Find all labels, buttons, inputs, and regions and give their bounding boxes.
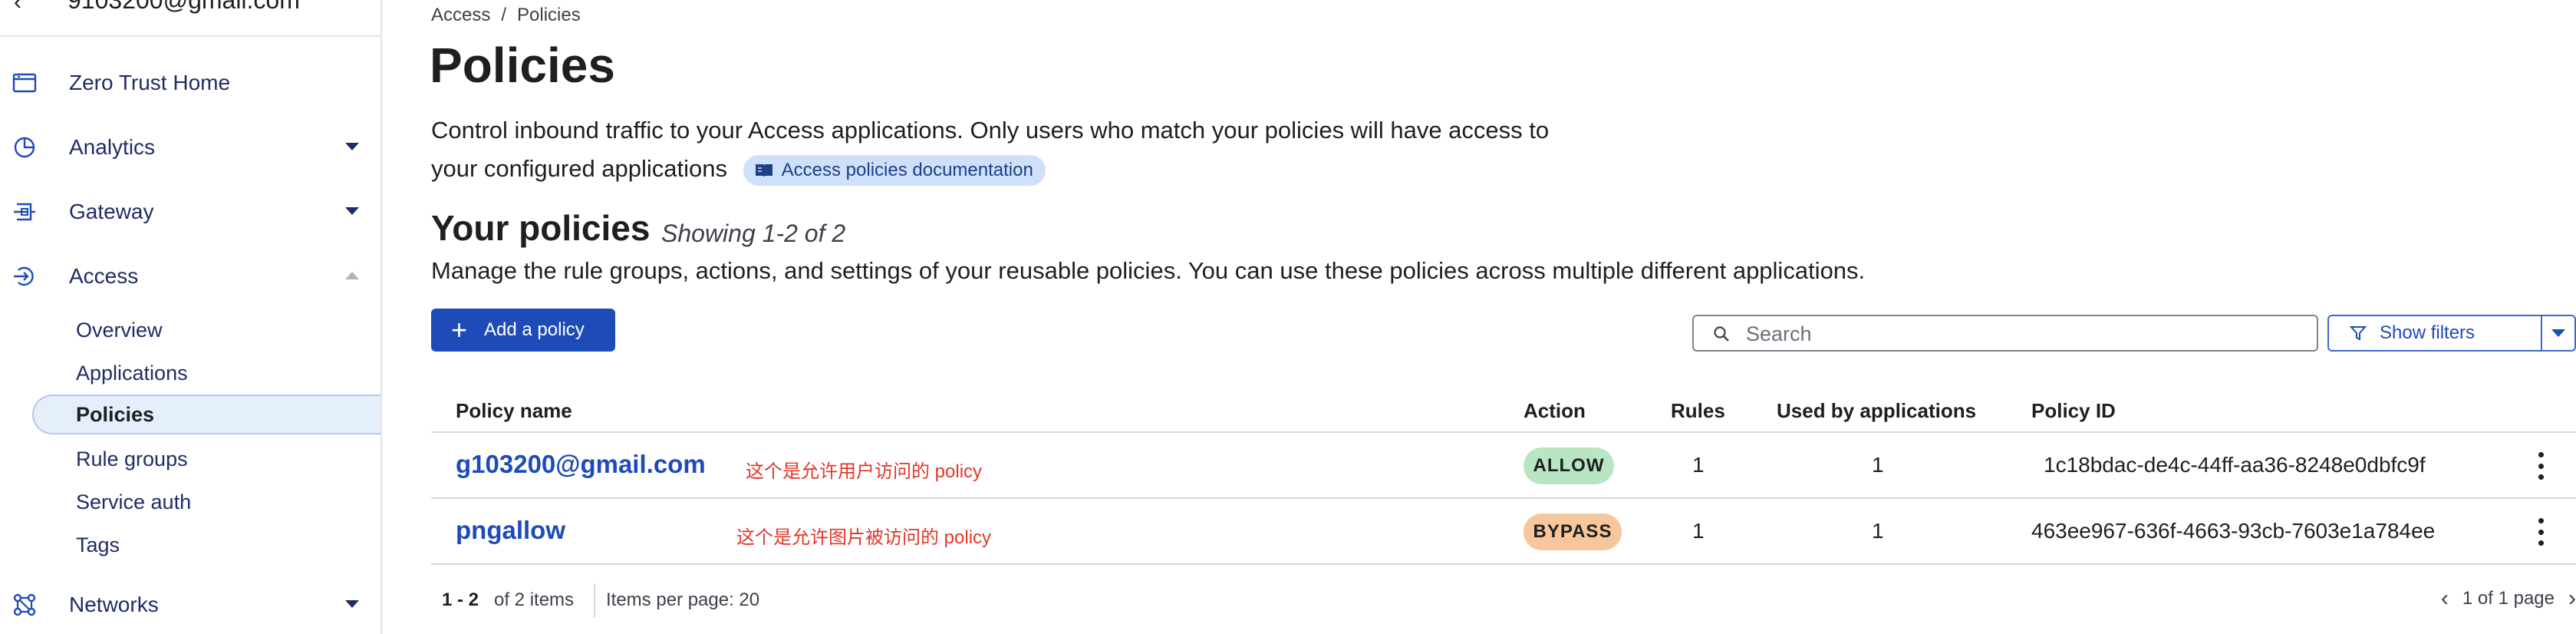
sidebar-item-gateway[interactable]: Gateway: [0, 187, 380, 236]
status-badge: BYPASS: [1524, 513, 1622, 550]
sidebar-item-label: Gateway: [69, 200, 154, 223]
sidebar-subitem-applications[interactable]: Applications: [32, 353, 380, 393]
status-badge: ALLOW: [1524, 447, 1614, 484]
sidebar-subitem-rule-groups[interactable]: Rule groups: [32, 439, 380, 479]
table-row: g103200@gmail.com 这个是允许用户访问的 policy ALLO…: [431, 433, 2576, 499]
items-per-page-select[interactable]: Items per page: 20: [606, 589, 759, 611]
column-header-policy-name[interactable]: Policy name: [456, 399, 572, 423]
row-actions-menu-icon[interactable]: [2533, 447, 2548, 484]
page-title: Policies: [430, 38, 615, 93]
annotation-note: 这个是允许图片被访问的 policy: [736, 527, 992, 548]
filters-dropdown-toggle[interactable]: [2541, 316, 2574, 350]
account-switcher[interactable]: ‹ 9103200@gmail.com: [0, 0, 380, 37]
policy-name-link[interactable]: pngallow: [456, 516, 565, 545]
page-navigator: ‹ 1 of 1 page ›: [2441, 587, 2576, 610]
pagination-range: 1 - 2: [442, 589, 479, 610]
policy-id: 463ee967-636f-4663-93cb-7603e1a784ee: [2031, 519, 2436, 543]
showing-count: Showing 1-2 of 2: [661, 220, 846, 247]
sidebar-item-label: Access: [69, 264, 139, 288]
rules-count: 1: [1692, 519, 1705, 543]
sidebar-item-label: Networks: [69, 593, 159, 616]
sidebar-subitem-policies[interactable]: Policies: [32, 395, 380, 434]
chevron-down-icon[interactable]: [345, 207, 359, 215]
breadcrumb-current: Policies: [517, 5, 581, 25]
breadcrumb-separator: /: [501, 5, 507, 25]
page-description-block: Control inbound traffic to your Access a…: [431, 111, 1582, 188]
pagination-divider: [594, 583, 595, 617]
chevron-right-icon[interactable]: ›: [2568, 587, 2576, 610]
book-icon: [755, 163, 772, 177]
column-header-action[interactable]: Action: [1524, 399, 1586, 423]
gateway-icon: [14, 203, 35, 221]
breadcrumb: Access / Policies: [431, 5, 581, 26]
sidebar-item-analytics[interactable]: Analytics: [0, 123, 380, 172]
sidebar-item-label: Zero Trust Home: [69, 71, 231, 94]
chevron-down-icon[interactable]: [345, 143, 359, 150]
add-policy-label: Add a policy: [484, 319, 585, 340]
used-by-count: 1: [1872, 519, 1884, 543]
sidebar-subitem-service-auth[interactable]: Service auth: [32, 482, 380, 522]
show-filters-label: Show filters: [2380, 322, 2476, 343]
chevron-down-icon: [2551, 329, 2565, 337]
search-input[interactable]: [1746, 321, 2298, 347]
chevron-left-icon[interactable]: ‹: [2441, 587, 2449, 610]
sidebar-subitem-label: Overview: [76, 319, 163, 342]
section-description: Manage the rule groups, actions, and set…: [431, 257, 1866, 284]
documentation-link-label: Access policies documentation: [781, 159, 1033, 180]
row-actions-menu-icon[interactable]: [2533, 513, 2548, 550]
sidebar: ‹ 9103200@gmail.com Zero Trust Home Anal…: [0, 0, 382, 634]
sidebar-subitem-label: Applications: [76, 362, 188, 385]
column-header-used-by[interactable]: Used by applications: [1777, 399, 1976, 423]
sidebar-item-access[interactable]: Access: [0, 252, 380, 301]
sidebar-subitem-tags[interactable]: Tags: [32, 525, 380, 565]
sidebar-subitem-label: Rule groups: [76, 447, 188, 471]
policy-name-link[interactable]: g103200@gmail.com: [456, 450, 706, 479]
breadcrumb-access-link[interactable]: Access: [431, 5, 490, 26]
access-login-icon: [14, 266, 34, 286]
sidebar-item-networks[interactable]: Networks: [0, 580, 380, 629]
plus-icon: +: [451, 314, 468, 345]
documentation-link[interactable]: Access policies documentation: [743, 154, 1046, 186]
add-policy-button[interactable]: + Add a policy: [431, 309, 615, 352]
section-title: Your policies: [431, 208, 651, 248]
sidebar-subitem-label: Service auth: [76, 490, 192, 513]
search-icon: [1714, 326, 1729, 342]
table-row: pngallow 这个是允许图片被访问的 policy BYPASS 1 1 4…: [431, 499, 2576, 565]
sidebar-item-label: Analytics: [69, 135, 156, 159]
chevron-down-icon[interactable]: [345, 600, 359, 608]
page-indicator: 1 of 1 page: [2462, 588, 2555, 609]
browser-window-icon: [12, 73, 37, 93]
show-filters-button[interactable]: Show filters: [2329, 316, 2541, 350]
sidebar-subitem-label: Policies: [76, 403, 155, 426]
column-header-policy-id[interactable]: Policy ID: [2031, 399, 2116, 423]
main-content: Access / Policies Policies Control inbou…: [382, 0, 2576, 634]
show-filters-control: Show filters: [2327, 315, 2576, 352]
network-nodes-icon: [13, 593, 36, 616]
rules-count: 1: [1692, 453, 1705, 477]
account-name: 9103200@gmail.com: [68, 0, 300, 14]
filter-funnel-icon: [2349, 326, 2367, 341]
sidebar-item-zero-trust-home[interactable]: Zero Trust Home: [0, 58, 380, 107]
pagination-total: of 2 items: [494, 589, 575, 610]
pie-chart-icon: [14, 137, 35, 158]
policy-id: 1c18bdac-de4c-44ff-aa36-8248e0dbfc9f: [2044, 453, 2426, 477]
annotation-note: 这个是允许用户访问的 policy: [746, 461, 983, 482]
back-arrow-icon[interactable]: ‹: [14, 0, 21, 15]
sidebar-subitem-label: Tags: [76, 533, 120, 556]
sidebar-subitem-overview[interactable]: Overview: [32, 310, 380, 350]
used-by-count: 1: [1872, 453, 1884, 477]
table-header: Policy name Action Rules Used by applica…: [431, 393, 2576, 433]
search-box[interactable]: [1692, 315, 2318, 352]
column-header-rules[interactable]: Rules: [1671, 399, 1725, 423]
table-pagination: 1 - 2 of 2 items Items per page: 20 ‹ 1 …: [431, 576, 2576, 625]
chevron-up-icon[interactable]: [345, 272, 359, 279]
